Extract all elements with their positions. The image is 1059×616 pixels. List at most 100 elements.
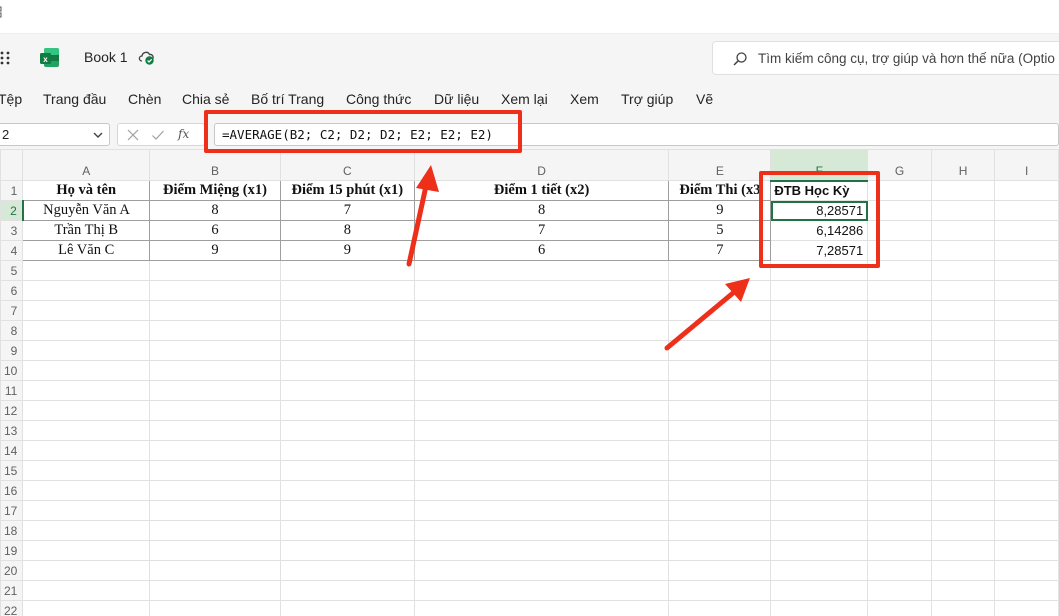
- row-header[interactable]: 18: [0, 520, 24, 541]
- cell[interactable]: [149, 260, 281, 281]
- cell[interactable]: [867, 600, 932, 616]
- cell[interactable]: [413, 320, 670, 341]
- name-box[interactable]: 2: [0, 123, 110, 146]
- cell[interactable]: [668, 440, 772, 461]
- cell[interactable]: [149, 420, 281, 441]
- cell[interactable]: [149, 560, 281, 581]
- cell[interactable]: [149, 440, 281, 461]
- cell[interactable]: [770, 340, 869, 361]
- cell[interactable]: [279, 260, 415, 281]
- row-header[interactable]: 15: [0, 460, 24, 481]
- cell[interactable]: [668, 600, 772, 616]
- tab-draw[interactable]: Vẽ: [696, 91, 713, 107]
- cell[interactable]: [22, 460, 151, 481]
- cell[interactable]: [22, 480, 151, 501]
- cell[interactable]: [867, 580, 932, 601]
- cell[interactable]: [867, 480, 932, 501]
- cell[interactable]: [279, 440, 415, 461]
- cell[interactable]: [413, 600, 670, 616]
- cell[interactable]: [770, 380, 869, 401]
- cell[interactable]: [668, 560, 772, 581]
- cell[interactable]: [279, 560, 415, 581]
- cell-b1[interactable]: Điểm Miệng (x1): [149, 180, 281, 201]
- cell[interactable]: [994, 540, 1059, 561]
- row-header[interactable]: 19: [0, 540, 24, 561]
- cell[interactable]: [994, 220, 1059, 241]
- cell-c3[interactable]: 8: [279, 220, 415, 241]
- cell[interactable]: [279, 460, 415, 481]
- cell[interactable]: [867, 300, 932, 321]
- cell[interactable]: [770, 280, 869, 301]
- cell[interactable]: [413, 540, 670, 561]
- tab-view[interactable]: Xem: [570, 91, 599, 107]
- cell[interactable]: [930, 540, 996, 561]
- cell[interactable]: [770, 560, 869, 581]
- cell[interactable]: [149, 320, 281, 341]
- cell[interactable]: [867, 280, 932, 301]
- cell[interactable]: [279, 480, 415, 501]
- cell[interactable]: [149, 600, 281, 616]
- cell[interactable]: [930, 340, 996, 361]
- tab-help[interactable]: Trợ giúp: [621, 91, 673, 107]
- tab-formulas[interactable]: Công thức: [346, 91, 411, 107]
- cell[interactable]: [930, 380, 996, 401]
- cell[interactable]: [279, 580, 415, 601]
- cell[interactable]: [413, 340, 670, 361]
- cell[interactable]: [668, 460, 772, 481]
- cell[interactable]: [930, 600, 996, 616]
- apps-grid-icon[interactable]: [0, 6, 7, 18]
- row-header[interactable]: 16: [0, 480, 24, 501]
- app-launcher-icon[interactable]: [0, 51, 12, 65]
- cell[interactable]: [770, 440, 869, 461]
- row-header[interactable]: 2: [0, 200, 24, 221]
- row-header[interactable]: 10: [0, 360, 24, 381]
- cell[interactable]: [668, 340, 772, 361]
- cell[interactable]: [770, 480, 869, 501]
- cell[interactable]: [413, 500, 670, 521]
- column-header-d[interactable]: D: [413, 149, 670, 181]
- cell[interactable]: [279, 540, 415, 561]
- cell[interactable]: [22, 260, 151, 281]
- chevron-down-icon[interactable]: [93, 131, 103, 139]
- cell[interactable]: [279, 420, 415, 441]
- row-header[interactable]: 12: [0, 400, 24, 421]
- cell[interactable]: [22, 380, 151, 401]
- cell[interactable]: [930, 360, 996, 381]
- cell[interactable]: [770, 580, 869, 601]
- cell[interactable]: [668, 360, 772, 381]
- tab-share[interactable]: Chia sẻ: [182, 91, 229, 107]
- row-header[interactable]: 5: [0, 260, 24, 281]
- cell[interactable]: [867, 400, 932, 421]
- cell[interactable]: [930, 440, 996, 461]
- cell[interactable]: [994, 200, 1059, 221]
- cell[interactable]: [994, 500, 1059, 521]
- cell[interactable]: [413, 380, 670, 401]
- cell[interactable]: [279, 380, 415, 401]
- tab-insert[interactable]: Chèn: [128, 91, 161, 107]
- cell[interactable]: [668, 280, 772, 301]
- cell[interactable]: [770, 460, 869, 481]
- cell[interactable]: [867, 520, 932, 541]
- cell[interactable]: [668, 480, 772, 501]
- cell-c1[interactable]: Điểm 15 phút (x1): [279, 180, 415, 201]
- cell[interactable]: [279, 280, 415, 301]
- cell[interactable]: [22, 340, 151, 361]
- cloud-saved-icon[interactable]: [137, 48, 157, 66]
- tab-page-layout[interactable]: Bố trí Trang: [251, 91, 324, 107]
- column-header-h[interactable]: H: [930, 149, 996, 181]
- cell[interactable]: [22, 580, 151, 601]
- cell[interactable]: [22, 420, 151, 441]
- cell[interactable]: [668, 320, 772, 341]
- cell-b2[interactable]: 8: [149, 200, 281, 221]
- cell[interactable]: [413, 480, 670, 501]
- cell[interactable]: [149, 500, 281, 521]
- cell[interactable]: [994, 360, 1059, 381]
- column-header-e[interactable]: E: [668, 149, 772, 181]
- cell-d4[interactable]: 6: [413, 240, 670, 261]
- cell-a2[interactable]: Nguyễn Văn A: [22, 200, 151, 221]
- cell[interactable]: [413, 460, 670, 481]
- cell[interactable]: [930, 560, 996, 581]
- cell[interactable]: [279, 360, 415, 381]
- cell[interactable]: [930, 400, 996, 421]
- cell[interactable]: [994, 380, 1059, 401]
